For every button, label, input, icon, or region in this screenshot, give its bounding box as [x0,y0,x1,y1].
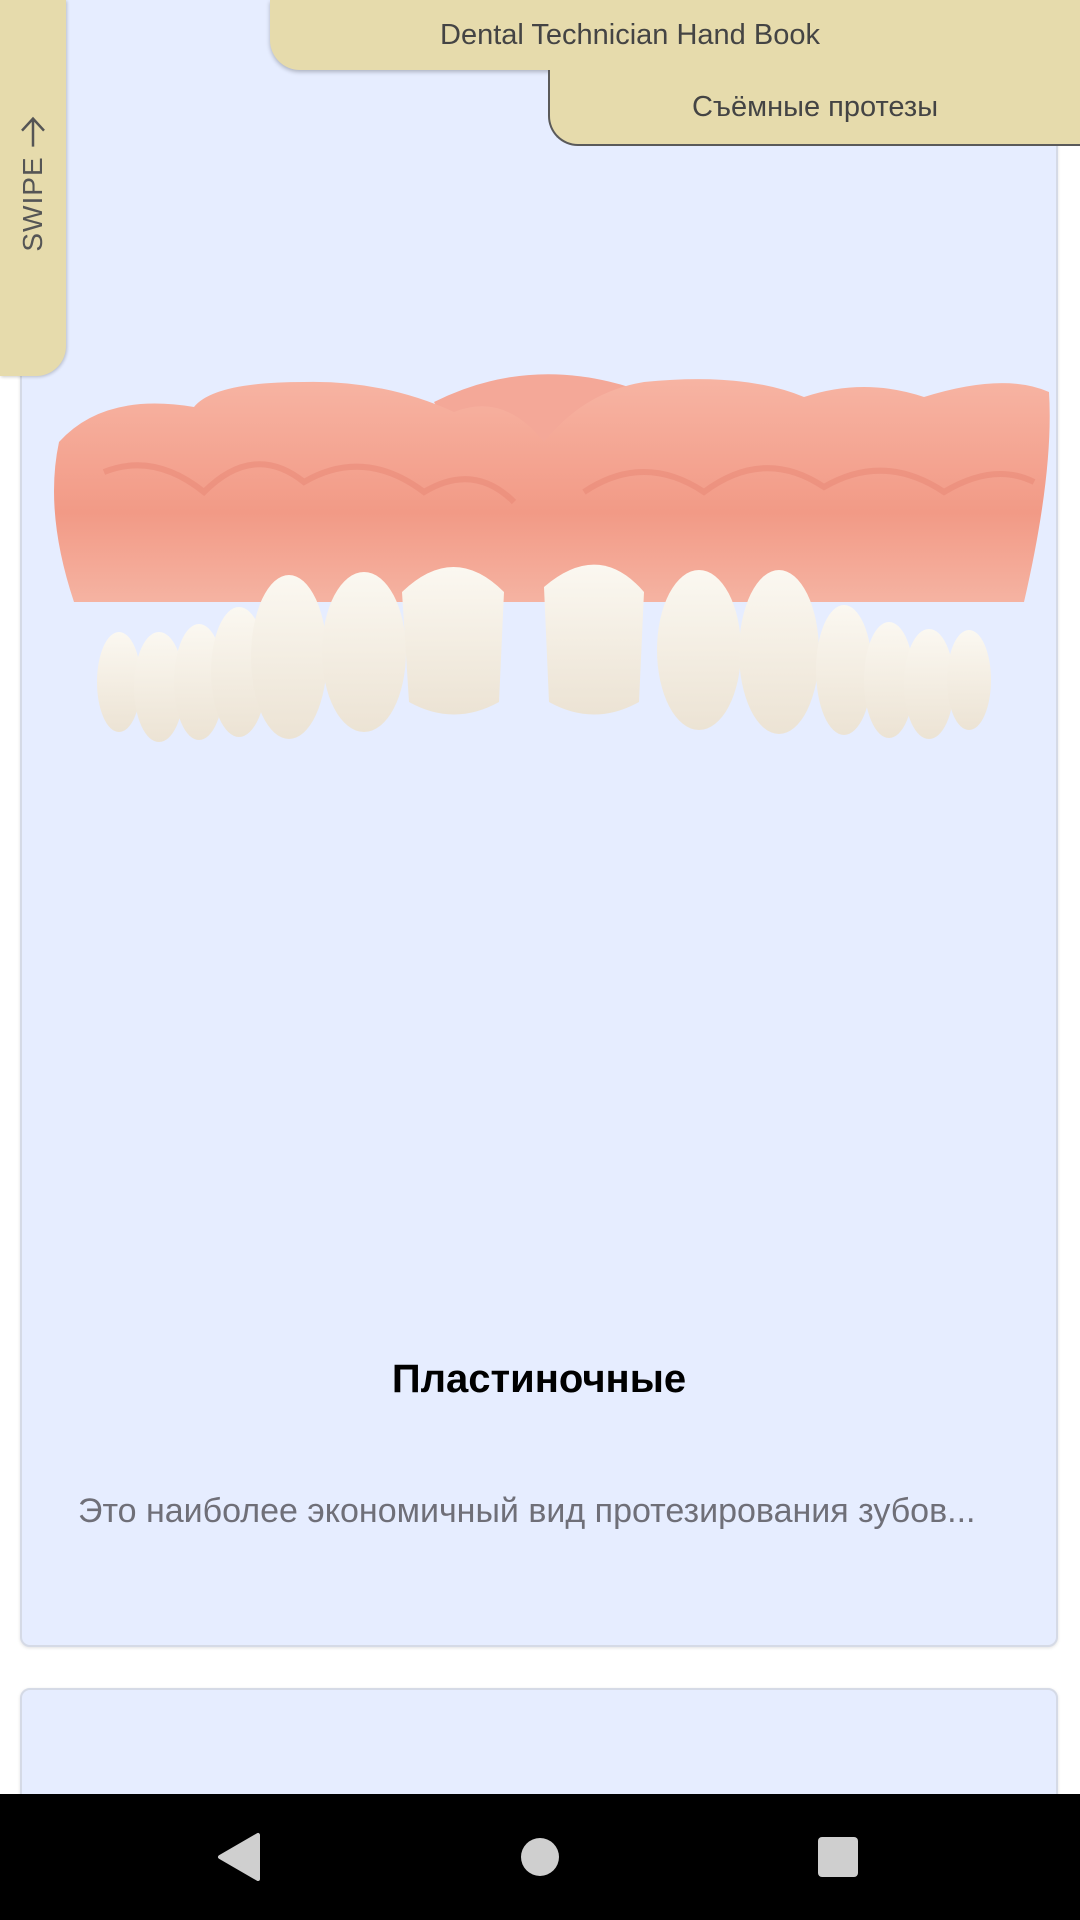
home-button[interactable] [507,1824,573,1890]
app-title-tab: Dental Technician Hand Book [270,0,1080,70]
denture-image [54,374,1050,742]
system-navigation-bar [0,1794,1080,1920]
swipe-drawer-handle[interactable]: SWIPE [0,0,66,376]
back-triangle-icon [218,1833,260,1881]
home-circle-icon [521,1838,559,1876]
swipe-hint: SWIPE [17,114,49,252]
recent-apps-button[interactable] [805,1824,871,1890]
section-title: Съёмные протезы [691,90,939,123]
denture-card[interactable]: Пластиночные Это наиболее экономичный ви… [20,0,1058,1647]
recent-square-icon [818,1837,858,1877]
card-description: Это наиболее экономичный вид протезирова… [78,1492,976,1530]
arrow-right-icon [21,116,45,147]
app-title: Dental Technician Hand Book [440,18,820,51]
card-title: Пластиночные [391,1357,687,1401]
swipe-label: SWIPE [17,156,48,252]
back-button[interactable] [205,1824,271,1890]
screen: Пластиночные Это наиболее экономичный ви… [0,0,1080,1920]
section-tab[interactable]: Съёмные протезы [548,70,1080,146]
